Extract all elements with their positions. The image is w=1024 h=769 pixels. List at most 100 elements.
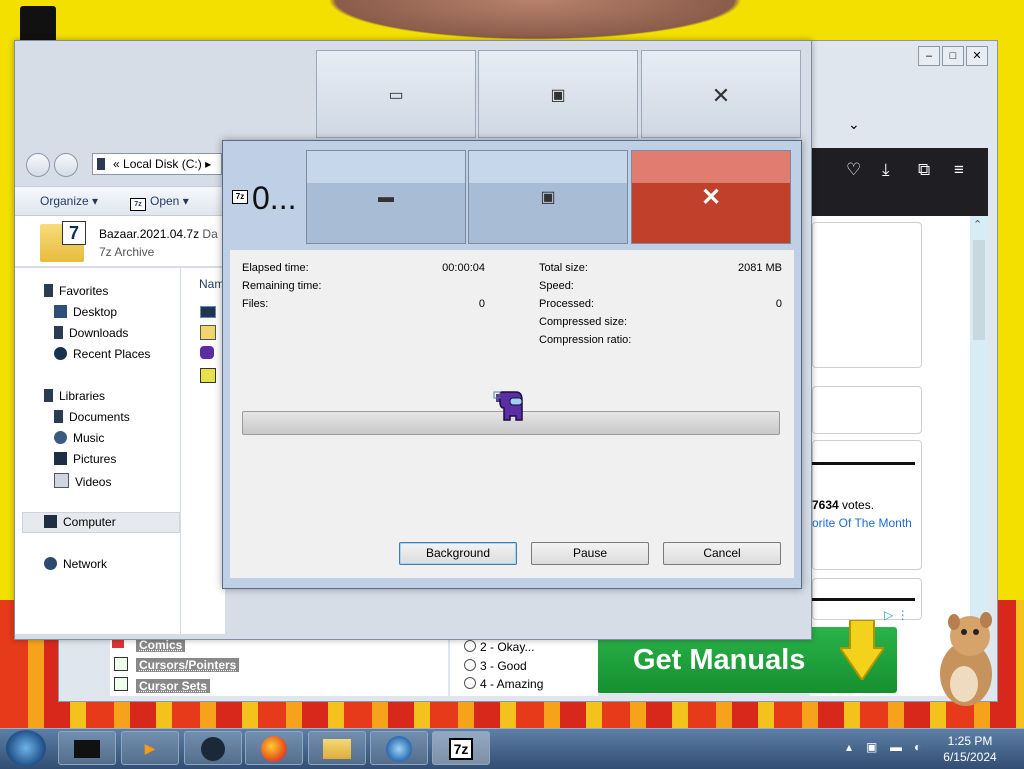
dialog-maximize-button[interactable]: ▣ bbox=[468, 150, 628, 244]
nav-documents[interactable]: Documents bbox=[54, 410, 130, 424]
dialog-title: 0... bbox=[252, 180, 297, 216]
system-clock[interactable]: 1:25 PM 6/15/2024 bbox=[930, 733, 1010, 765]
file-icon[interactable] bbox=[200, 306, 216, 318]
pause-button[interactable]: Pause bbox=[531, 542, 649, 565]
poll-option-3[interactable]: 3 - Good bbox=[464, 659, 527, 673]
nav-recent-places[interactable]: Recent Places bbox=[54, 347, 150, 361]
open-button[interactable]: 7z Open ▾ bbox=[130, 194, 189, 211]
favorite-month-link[interactable]: orite Of The Month bbox=[812, 516, 912, 530]
desktop-decoration bbox=[20, 6, 56, 44]
scroll-up-icon[interactable]: ⌃ bbox=[973, 218, 982, 231]
music-icon bbox=[54, 431, 67, 444]
processed-label: Processed: bbox=[539, 298, 595, 310]
media-player-icon: ▶ bbox=[144, 740, 156, 756]
hamster-mascot bbox=[940, 612, 992, 706]
elapsed-time-value: 00:00:04 bbox=[442, 262, 485, 274]
chevron-right-icon[interactable]: ▸ bbox=[205, 157, 211, 171]
tray-volume-icon[interactable]: ◐ bbox=[914, 740, 921, 754]
link-comics[interactable]: Comics bbox=[136, 638, 186, 652]
start-button[interactable] bbox=[6, 730, 46, 766]
file-icon[interactable] bbox=[200, 346, 214, 359]
total-size-label: Total size: bbox=[539, 262, 588, 274]
taskbar-browser[interactable] bbox=[370, 731, 428, 765]
drive-icon bbox=[97, 158, 105, 170]
browser-maximize-button[interactable]: □ bbox=[942, 46, 964, 66]
extensions-icon[interactable]: ⧉ bbox=[918, 160, 930, 180]
nav-downloads[interactable]: Downloads bbox=[54, 326, 128, 340]
amogus-cursor-icon bbox=[493, 391, 523, 421]
desktop-icon bbox=[54, 305, 67, 318]
tray-network-icon[interactable]: ▣ bbox=[866, 740, 877, 754]
browser-close-button[interactable]: ✕ bbox=[966, 46, 988, 66]
nav-favorites[interactable]: Favorites bbox=[44, 284, 108, 298]
explorer-close-button[interactable]: ✕ bbox=[641, 50, 801, 138]
nav-videos[interactable]: Videos bbox=[54, 473, 111, 489]
pictures-icon bbox=[54, 452, 67, 465]
taskbar-7zip[interactable]: 7z bbox=[432, 731, 490, 765]
arrow-down-icon bbox=[840, 620, 884, 680]
nav-computer[interactable]: Computer bbox=[44, 515, 116, 529]
videos-icon bbox=[54, 473, 69, 488]
taskbar-steam[interactable] bbox=[184, 731, 242, 765]
poll-option-4[interactable]: 4 - Amazing bbox=[464, 677, 543, 691]
name-column-header[interactable]: Nam bbox=[199, 277, 224, 291]
divider bbox=[812, 462, 915, 465]
explorer-minimize-button[interactable]: ▭ bbox=[316, 50, 476, 138]
nav-music[interactable]: Music bbox=[54, 431, 104, 445]
favorites-icon bbox=[44, 284, 53, 297]
show-hidden-icons[interactable]: ▴ bbox=[846, 740, 852, 754]
7z-logo-icon: 7 bbox=[62, 221, 86, 245]
forward-button[interactable] bbox=[54, 153, 78, 177]
compression-ratio-label: Compression ratio: bbox=[539, 334, 632, 346]
nav-desktop[interactable]: Desktop bbox=[54, 305, 117, 319]
link-cursor-sets[interactable]: Cursor Sets bbox=[136, 679, 211, 693]
total-size-value: 2081 MB bbox=[737, 262, 782, 274]
7z-icon: 7z bbox=[232, 190, 248, 204]
poll-option-2[interactable]: 2 - Okay... bbox=[464, 640, 534, 654]
link-cursors-pointers[interactable]: Cursors/Pointers bbox=[136, 658, 240, 672]
terminal-icon bbox=[74, 740, 100, 759]
file-icon[interactable] bbox=[200, 368, 216, 383]
address-text: Local Disk (C:) bbox=[123, 157, 202, 171]
ad-info-icon[interactable]: ▷ ⋮ bbox=[884, 608, 909, 622]
nav-pictures[interactable]: Pictures bbox=[54, 452, 116, 466]
pocket-icon[interactable]: ♡ bbox=[846, 160, 861, 180]
back-button[interactable] bbox=[26, 153, 50, 177]
votes-count: 7634 votes. bbox=[812, 498, 875, 512]
clock-date: 6/15/2024 bbox=[943, 750, 997, 764]
remaining-time-label: Remaining time: bbox=[242, 280, 322, 292]
explorer-maximize-button[interactable]: ▣ bbox=[478, 50, 638, 138]
desktop-background bbox=[300, 0, 770, 45]
download-icon[interactable]: ⤓ bbox=[882, 160, 890, 180]
taskbar-terminal[interactable] bbox=[58, 731, 116, 765]
compressed-size-label: Compressed size: bbox=[539, 316, 628, 328]
cursor-icon bbox=[114, 657, 128, 671]
background-button[interactable]: Background bbox=[399, 542, 517, 565]
cursor-sets-icon bbox=[114, 677, 128, 691]
chevron-down-icon[interactable]: ⌄ bbox=[848, 116, 860, 133]
address-bar[interactable]: « Local Disk (C:) ▸ bbox=[92, 153, 222, 175]
files-value: 0 bbox=[478, 298, 485, 310]
elapsed-time-label: Elapsed time: bbox=[242, 262, 309, 274]
menu-icon[interactable]: ≡ bbox=[954, 160, 964, 180]
firefox-icon bbox=[261, 736, 287, 763]
page-card bbox=[812, 222, 922, 368]
browser-minimize-button[interactable]: – bbox=[918, 46, 940, 66]
taskbar-media-player[interactable]: ▶ bbox=[121, 731, 179, 765]
file-icon[interactable] bbox=[200, 325, 216, 340]
nav-libraries[interactable]: Libraries bbox=[44, 389, 105, 403]
nav-network[interactable]: Network bbox=[44, 557, 107, 571]
organize-button[interactable]: Organize ▾ bbox=[40, 194, 98, 208]
dialog-minimize-button[interactable]: ▬ bbox=[306, 150, 466, 244]
tray-display-icon[interactable]: ▬ bbox=[890, 740, 902, 754]
browser-scrollbar-thumb[interactable] bbox=[973, 240, 985, 340]
file-name: Bazaar.2021.04.7z Da bbox=[99, 227, 218, 241]
recent-places-icon bbox=[54, 347, 67, 360]
taskbar-firefox[interactable] bbox=[245, 731, 303, 765]
network-icon bbox=[44, 557, 57, 570]
dialog-close-button[interactable]: ✕ bbox=[631, 150, 791, 244]
7z-icon: 7z bbox=[130, 198, 146, 211]
cancel-button[interactable]: Cancel bbox=[663, 542, 781, 565]
globe-icon bbox=[386, 736, 412, 763]
taskbar-explorer[interactable] bbox=[308, 731, 366, 765]
